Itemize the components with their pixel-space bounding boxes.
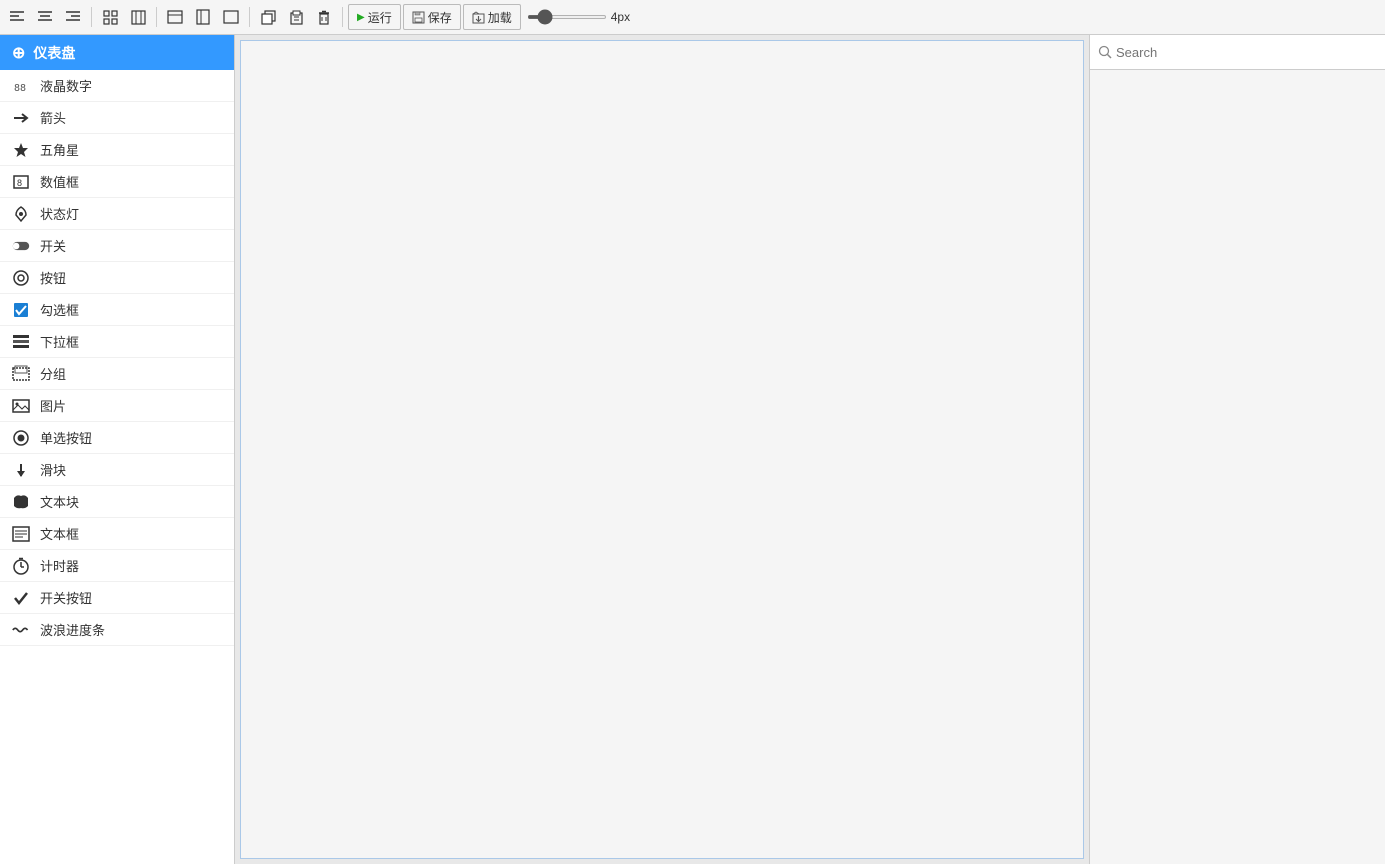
sidebar-item-star[interactable]: 五角星 (0, 134, 234, 166)
load-label: 加载 (488, 9, 512, 26)
right-content (1090, 70, 1385, 864)
sidebar-item-label-number-box: 数值框 (40, 172, 79, 191)
separator-3 (249, 7, 250, 27)
stroke-slider[interactable] (527, 15, 607, 19)
number-box-icon: 8 (12, 173, 30, 191)
main-area: ⊕ 仪表盘 88液晶数字箭头五角星8数值框状态灯开关按钮勾选框下拉框分组图片单选… (0, 35, 1385, 864)
sidebar-item-arrow[interactable]: 箭头 (0, 102, 234, 134)
toggle-btn-icon (12, 589, 30, 607)
stroke-value: 4px (611, 10, 630, 24)
checkbox-icon (12, 301, 30, 319)
sidebar-item-label-timer: 计时器 (40, 556, 79, 575)
sidebar-item-timer[interactable]: 计时器 (0, 550, 234, 582)
image-icon (12, 397, 30, 415)
sidebar-header-label: 仪表盘 (33, 43, 75, 63)
sidebar-item-label-checkbox: 勾选框 (40, 300, 79, 319)
sidebar-item-label-arrow: 箭头 (40, 108, 66, 127)
toolbar: ▶ 运行 保存 加载 4px (0, 0, 1385, 35)
save-label: 保存 (428, 9, 452, 26)
search-icon (1098, 45, 1112, 59)
separator-2 (156, 7, 157, 27)
svg-text:88: 88 (14, 83, 26, 94)
paste-button[interactable] (283, 4, 309, 30)
sidebar-item-text-box[interactable]: 文本框 (0, 518, 234, 550)
group-icon (12, 365, 30, 383)
sidebar-item-button[interactable]: 按钮 (0, 262, 234, 294)
sidebar-item-label-star: 五角星 (40, 140, 79, 159)
button-icon (12, 269, 30, 287)
run-icon: ▶ (357, 12, 365, 23)
sidebar-item-group[interactable]: 分组 (0, 358, 234, 390)
sidebar-item-wave-progress[interactable]: 波浪进度条 (0, 614, 234, 646)
canvas[interactable] (240, 40, 1084, 859)
layout-button-1[interactable] (162, 4, 188, 30)
sidebar-item-label-liquid-number: 液晶数字 (40, 76, 92, 95)
sidebar-item-checkbox[interactable]: 勾选框 (0, 294, 234, 326)
sidebar-item-label-text-box: 文本框 (40, 524, 79, 543)
run-button[interactable]: ▶ 运行 (348, 4, 401, 30)
search-bar (1090, 35, 1385, 70)
sidebar-item-status-light[interactable]: 状态灯 (0, 198, 234, 230)
layout-button-3[interactable] (218, 4, 244, 30)
search-input[interactable] (1116, 45, 1377, 60)
status-light-icon (12, 205, 30, 223)
sidebar-item-dropdown[interactable]: 下拉框 (0, 326, 234, 358)
sidebar-item-number-box[interactable]: 8 数值框 (0, 166, 234, 198)
wave-progress-icon (12, 621, 30, 639)
sidebar-item-label-status-light: 状态灯 (40, 204, 79, 223)
grid-button-1[interactable] (97, 4, 123, 30)
sidebar: ⊕ 仪表盘 88液晶数字箭头五角星8数值框状态灯开关按钮勾选框下拉框分组图片单选… (0, 35, 235, 864)
sidebar-item-image[interactable]: 图片 (0, 390, 234, 422)
sidebar-item-text-block[interactable]: 文本块 (0, 486, 234, 518)
load-button[interactable]: 加载 (463, 4, 521, 30)
sidebar-item-label-radio: 单选按钮 (40, 428, 92, 447)
sidebar-item-label-switch: 开关 (40, 236, 66, 255)
align-left-button[interactable] (4, 4, 30, 30)
run-label: 运行 (368, 9, 392, 26)
sidebar-header: ⊕ 仪表盘 (0, 35, 234, 70)
sidebar-item-liquid-number[interactable]: 88 液晶数字 (0, 70, 234, 102)
switch-icon (12, 237, 30, 255)
radio-icon (12, 429, 30, 447)
delete-button[interactable] (311, 4, 337, 30)
copy-button[interactable] (255, 4, 281, 30)
align-right-button[interactable] (60, 4, 86, 30)
svg-text:8: 8 (17, 178, 22, 188)
sidebar-item-label-group: 分组 (40, 364, 66, 383)
sidebar-item-toggle-btn[interactable]: 开关按钮 (0, 582, 234, 614)
save-button[interactable]: 保存 (403, 4, 461, 30)
sidebar-item-label-wave-progress: 波浪进度条 (40, 620, 105, 639)
sidebar-item-label-text-block: 文本块 (40, 492, 79, 511)
star-icon (12, 141, 30, 159)
sidebar-item-label-toggle-btn: 开关按钮 (40, 588, 92, 607)
timer-icon (12, 557, 30, 575)
dropdown-icon (12, 333, 30, 351)
grid-button-2[interactable] (125, 4, 151, 30)
slider-icon (12, 461, 30, 479)
sidebar-item-label-slider: 滑块 (40, 460, 66, 479)
canvas-area[interactable] (235, 35, 1089, 864)
arrow-icon (12, 109, 30, 127)
load-icon (472, 11, 485, 24)
sidebar-item-radio[interactable]: 单选按钮 (0, 422, 234, 454)
sidebar-items-container: 88液晶数字箭头五角星8数值框状态灯开关按钮勾选框下拉框分组图片单选按钮滑块文本… (0, 70, 234, 646)
separator-1 (91, 7, 92, 27)
stroke-control: 4px (527, 10, 630, 24)
sidebar-item-label-image: 图片 (40, 396, 66, 415)
liquid-number-icon: 88 (12, 77, 30, 95)
layout-button-2[interactable] (190, 4, 216, 30)
sidebar-item-switch[interactable]: 开关 (0, 230, 234, 262)
separator-4 (342, 7, 343, 27)
text-box-icon (12, 525, 30, 543)
sidebar-item-label-button: 按钮 (40, 268, 66, 287)
text-block-icon (12, 493, 30, 511)
sidebar-item-label-dropdown: 下拉框 (40, 332, 79, 351)
dashboard-icon: ⊕ (12, 43, 25, 63)
right-panel (1089, 35, 1385, 864)
sidebar-item-slider[interactable]: 滑块 (0, 454, 234, 486)
save-icon (412, 11, 425, 24)
align-center-button[interactable] (32, 4, 58, 30)
